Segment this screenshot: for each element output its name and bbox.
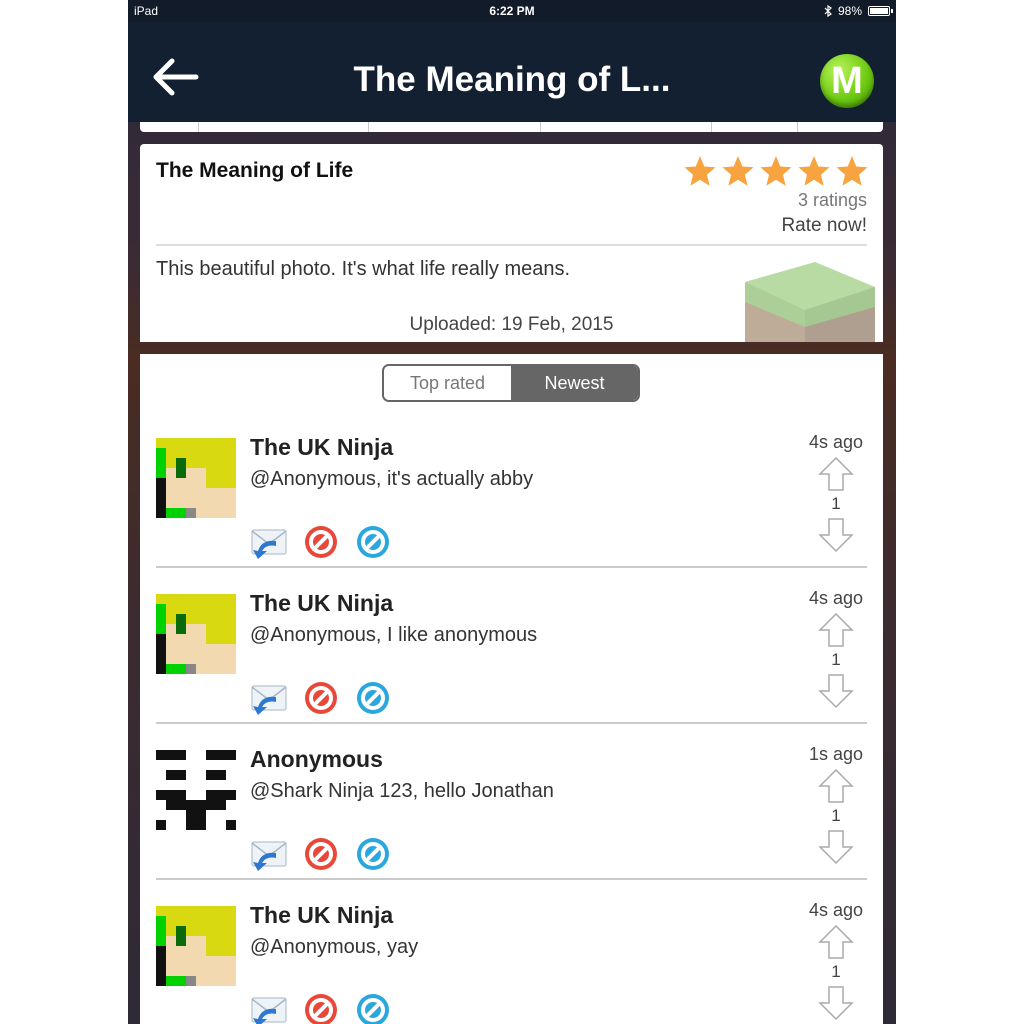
page-title: The Meaning of L... [353,60,671,99]
upvote-arrow-icon[interactable] [817,767,855,805]
block-icon[interactable] [302,523,340,561]
downvote-arrow-icon[interactable] [817,516,855,554]
downvote-arrow-icon[interactable] [817,828,855,866]
upvote-arrow-icon[interactable] [817,611,855,649]
comment-author[interactable]: The UK Ninja [250,590,393,617]
reply-mail-icon[interactable] [250,523,288,561]
report-icon[interactable] [354,835,392,873]
comment-text: @Anonymous, I like anonymous [250,624,538,646]
upvote-arrow-icon[interactable] [817,923,855,961]
sort-segmented-control[interactable]: Top rated Newest [382,364,640,402]
star-icon[interactable] [835,154,869,188]
comment-row: The UK Ninja @Anonymous, it's actually a… [156,432,867,594]
report-icon[interactable] [354,679,392,717]
comment-actions [250,991,392,1024]
comment-text: @Anonymous, yay [250,936,419,958]
rating-stars[interactable] [683,154,869,188]
comment-row: Anonymous @Shark Ninja 123, hello Jonath… [156,744,867,906]
tab-top-rated[interactable]: Top rated [384,366,511,400]
vote-score: 1 [831,494,841,513]
downvote-arrow-icon[interactable] [817,672,855,710]
status-bar: iPad 6:22 PM 98% [128,0,896,22]
row-divider [156,566,867,568]
back-arrow-icon[interactable] [150,57,200,97]
report-icon[interactable] [354,991,392,1024]
comment-time: 4s ago [808,432,863,452]
comment-actions [250,523,392,561]
block-icon[interactable] [302,835,340,873]
anonymous-mask-avatar[interactable] [156,750,236,830]
comment-author[interactable]: The UK Ninja [250,902,393,929]
reply-mail-icon[interactable] [250,991,288,1024]
comment-text: @Anonymous, it's actually abby [250,468,534,490]
comment-author[interactable]: The UK Ninja [250,434,393,461]
post-card: The Meaning of Life 3 ratings Rate now! … [140,144,883,342]
block-icon[interactable] [302,991,340,1024]
battery-icon [868,6,893,16]
tab-newest[interactable]: Newest [511,366,638,400]
report-icon[interactable] [354,523,392,561]
row-divider [156,722,867,724]
comment-actions [250,835,392,873]
status-right: 98% [824,4,893,18]
comments-panel: Top rated Newest The UK Ninja @Anonymous… [140,354,883,1024]
comment-author[interactable]: Anonymous [250,746,383,773]
status-time: 6:22 PM [489,4,535,18]
comment-actions [250,679,392,717]
comment-text: @Shark Ninja 123, hello Jonathan [250,780,554,802]
upload-date: Uploaded: 19 Feb, 2015 [409,314,614,335]
comment-row: The UK Ninja @Anonymous, yay 4s ago 1 [156,900,867,1024]
comment-time: 4s ago [808,900,863,920]
star-icon[interactable] [683,154,717,188]
divider [156,244,867,246]
tab-strip-remnant [140,122,883,132]
bluetooth-icon [824,5,832,17]
comment-time: 4s ago [808,588,863,608]
vote-score: 1 [831,962,841,981]
upvote-arrow-icon[interactable] [817,455,855,493]
reply-mail-icon[interactable] [250,679,288,717]
ratings-count: 3 ratings [797,190,867,210]
rate-now-link[interactable]: Rate now! [781,215,867,237]
app-frame: iPad 6:22 PM 98% The Meaning of L... M T… [128,0,896,1024]
vote-score: 1 [831,806,841,825]
post-title: The Meaning of Life [156,159,354,182]
ninja-avatar[interactable] [156,438,236,518]
vote-score: 1 [831,650,841,669]
block-icon[interactable] [302,679,340,717]
row-divider [156,878,867,880]
app-logo-button[interactable]: M [820,54,874,108]
post-description: This beautiful photo. It's what life rea… [156,258,571,280]
star-icon[interactable] [759,154,793,188]
star-icon[interactable] [797,154,831,188]
comment-time: 1s ago [808,744,863,764]
ninja-avatar[interactable] [156,906,236,986]
comment-row: The UK Ninja @Anonymous, I like anonymou… [156,588,867,750]
reply-mail-icon[interactable] [250,835,288,873]
battery-percent: 98% [837,4,862,18]
downvote-arrow-icon[interactable] [817,984,855,1022]
star-icon[interactable] [721,154,755,188]
nav-bar: The Meaning of L... M [128,22,896,122]
ninja-avatar[interactable] [156,594,236,674]
